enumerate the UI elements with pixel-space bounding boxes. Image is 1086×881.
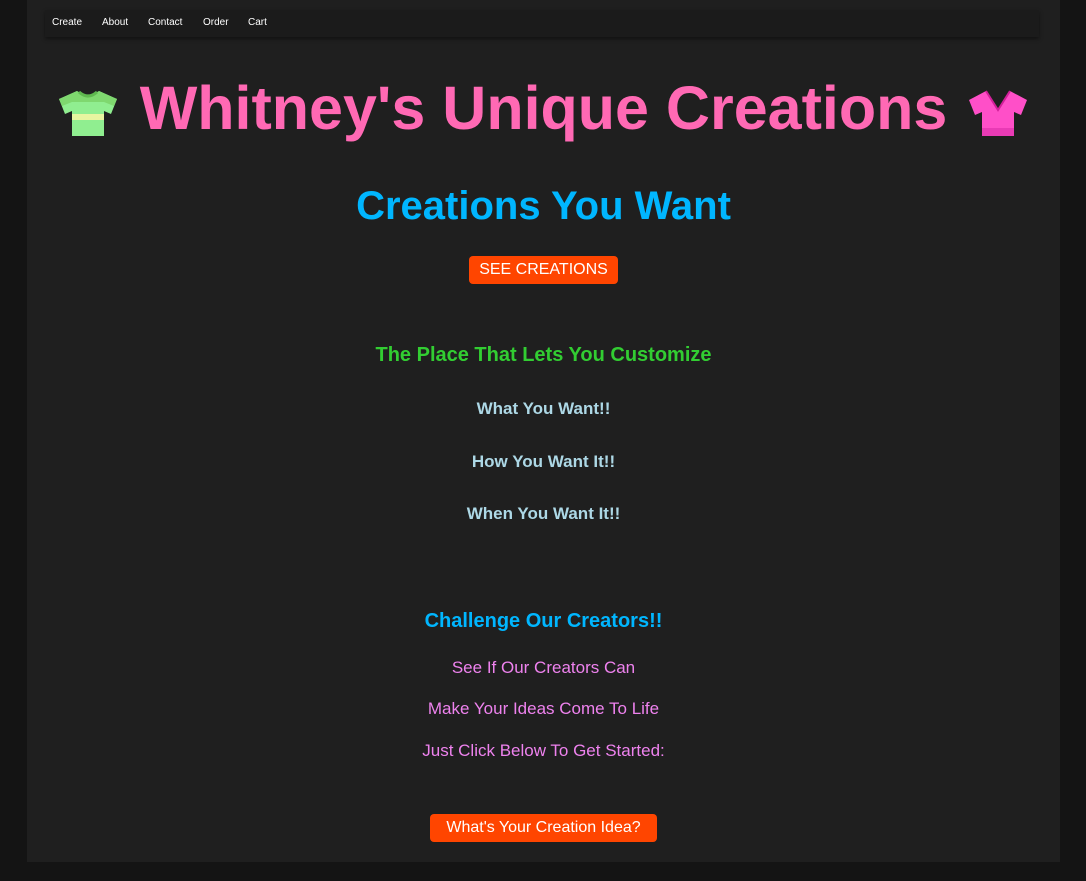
creation-idea-row: What's Your Creation Idea? [27, 814, 1060, 842]
see-creations-row: SEE CREATIONS [27, 256, 1060, 284]
challenge-heading: Challenge Our Creators!! [424, 610, 663, 632]
challenge-line: See If Our Creators Can [451, 658, 636, 677]
nav-link-about[interactable]: About [102, 17, 128, 28]
feature-point-when: When You Want It!! [466, 504, 621, 523]
feature-point-what: What You Want!! [476, 399, 611, 418]
title-banner: Whitney's Unique Creations [27, 66, 1060, 154]
hero-subtitle: Creations You Want [356, 184, 731, 228]
page-container: Create About Contact Order Cart Whitney'… [27, 0, 1060, 862]
see-creations-button[interactable]: SEE CREATIONS [469, 256, 618, 284]
nav-link-create[interactable]: Create [52, 17, 82, 28]
customize-tagline: The Place That Lets You Customize [375, 344, 712, 366]
pink-blouse-icon [969, 90, 1027, 136]
nav-link-contact[interactable]: Contact [148, 17, 182, 28]
challenge-line: Make Your Ideas Come To Life [427, 699, 660, 718]
site-title: Whitney's Unique Creations [139, 74, 948, 142]
nav-link-cart[interactable]: Cart [248, 17, 267, 28]
feature-point-how: How You Want It!! [471, 452, 616, 471]
top-navbar: Create About Contact Order Cart [45, 10, 1039, 37]
creation-idea-button[interactable]: What's Your Creation Idea? [430, 814, 657, 842]
challenge-line: Just Click Below To Get Started: [422, 741, 665, 760]
nav-link-order[interactable]: Order [203, 17, 229, 28]
